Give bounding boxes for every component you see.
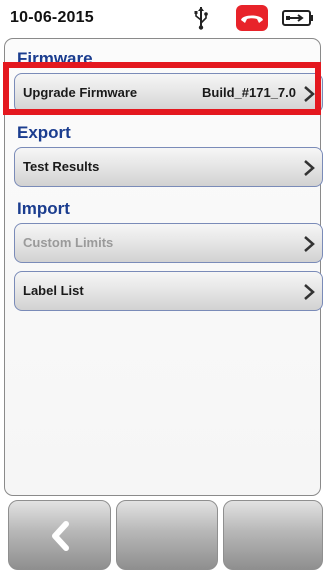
chevron-right-icon	[304, 284, 315, 300]
row-label-upgrade-firmware: Upgrade Firmware	[23, 85, 138, 100]
phone-hangup-icon	[236, 5, 268, 31]
row-label-test-results: Test Results	[23, 159, 100, 174]
status-bar: 10-06-2015	[0, 0, 325, 36]
upgrade-firmware-row[interactable]: Upgrade Firmware Build_#171_7.0	[14, 73, 323, 113]
row-value-firmware-build: Build_#171_7.0	[202, 85, 296, 100]
back-arrow-icon	[52, 521, 69, 551]
battery-icon	[282, 10, 313, 26]
section-title-export: Export	[17, 123, 71, 142]
row-label-custom-limits: Custom Limits	[23, 235, 114, 250]
chevron-right-icon	[304, 160, 315, 176]
usb-icon	[194, 7, 208, 30]
chevron-right-icon	[304, 86, 315, 102]
settings-panel: Firmware Upgrade Firmware Build_#171_7.0…	[4, 38, 323, 496]
chevron-right-icon	[304, 236, 315, 252]
date-label: 10-06-2015	[10, 9, 94, 26]
label-list-row[interactable]: Label List	[14, 271, 323, 311]
back-button[interactable]	[8, 500, 111, 570]
bottom-nav-bar	[0, 500, 325, 570]
test-results-row[interactable]: Test Results	[14, 147, 323, 187]
row-label-label-list: Label List	[23, 283, 84, 298]
section-title-firmware: Firmware	[17, 49, 93, 68]
nav-button-right[interactable]	[223, 500, 323, 570]
nav-button-middle[interactable]	[116, 500, 218, 570]
section-title-import: Import	[17, 199, 70, 218]
custom-limits-row[interactable]: Custom Limits	[14, 223, 323, 263]
